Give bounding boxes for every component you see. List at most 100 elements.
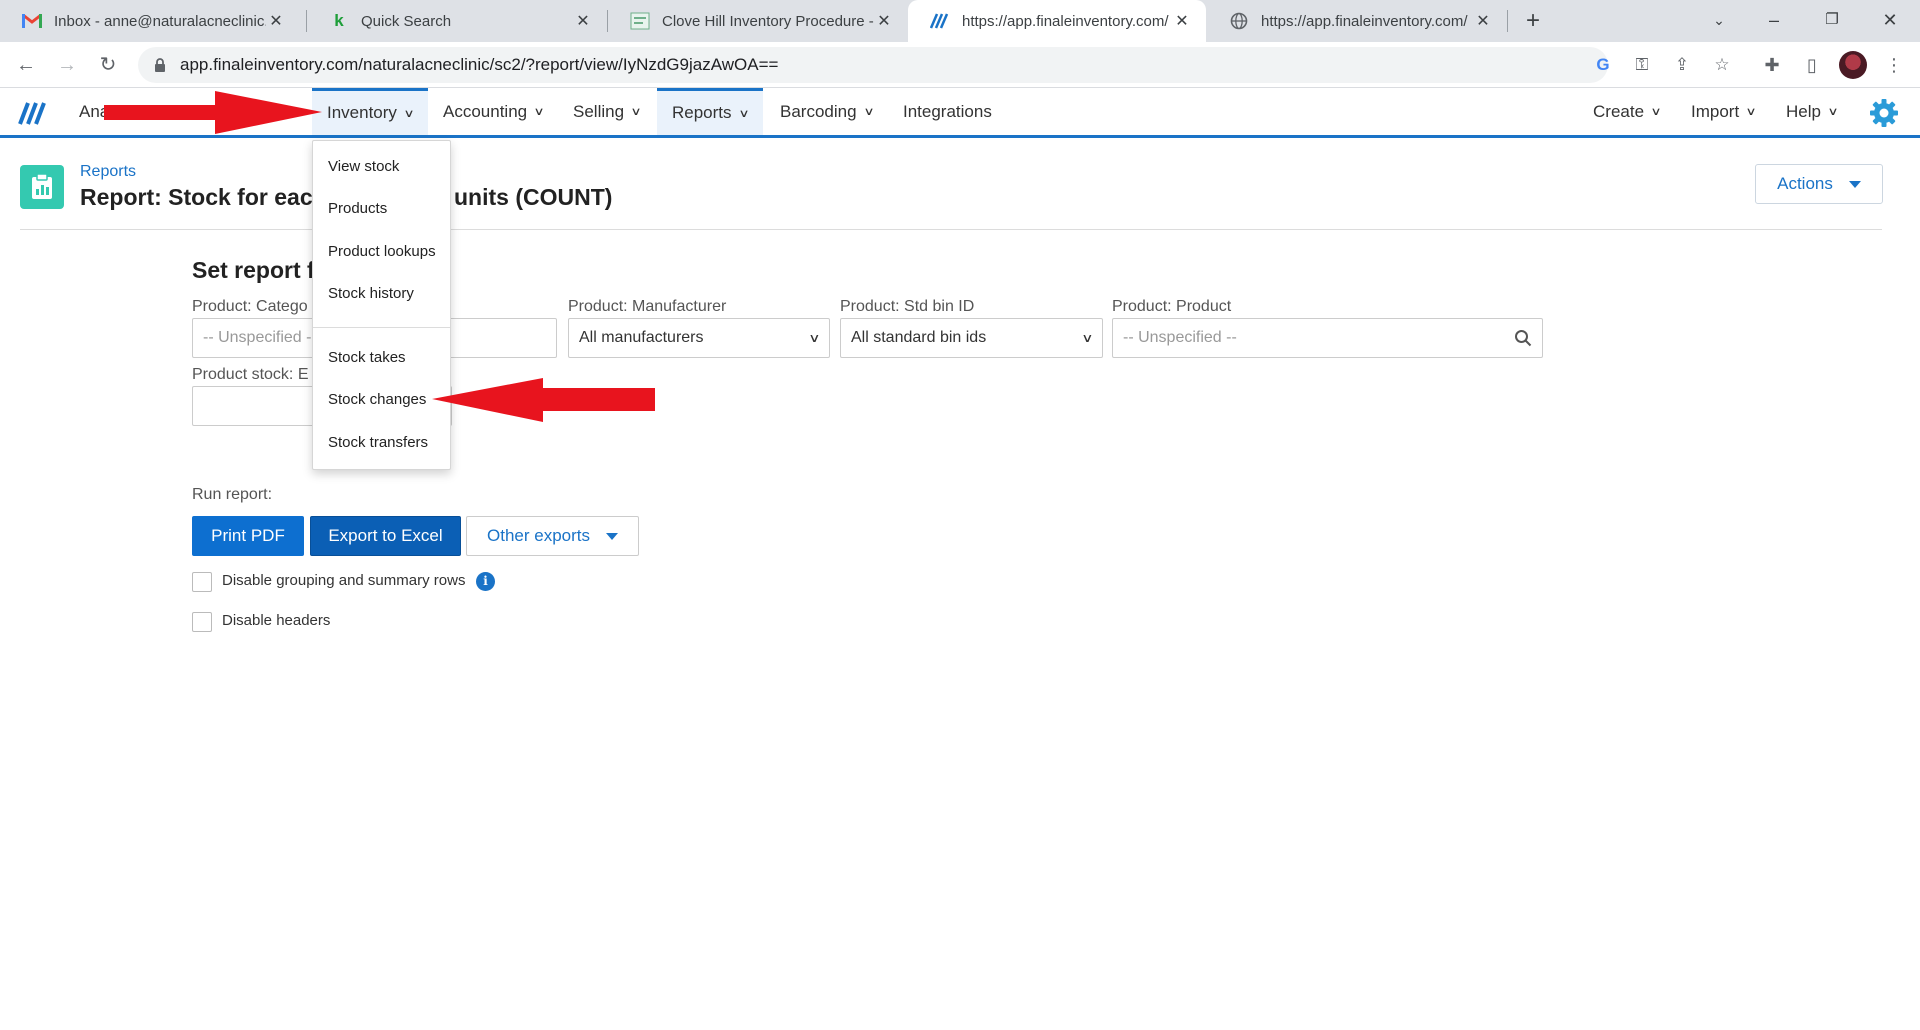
section-title: Set report f	[192, 257, 315, 283]
side-panel-icon[interactable]: ▯	[1799, 52, 1825, 78]
chevron-down-icon: ∨	[808, 331, 821, 345]
manufacturer-label: Product: Manufacturer	[568, 298, 727, 315]
page-title-left: Report: Stock for eacl	[80, 184, 319, 210]
menu-item-stock-history[interactable]: Stock history	[328, 285, 414, 302]
menu-item-stock-changes[interactable]: Stock changes	[328, 391, 426, 408]
chevron-down-icon: ∨	[1745, 106, 1757, 118]
extensions-icon[interactable]: ✚	[1759, 52, 1785, 78]
share-icon[interactable]: ⇪	[1670, 53, 1694, 77]
doc-icon	[630, 11, 650, 31]
page-title-right: units (COUNT)	[454, 184, 613, 210]
browser-tab-strip: Inbox - anne@naturalacneclinic.c ✕ k Qui…	[0, 0, 1920, 42]
stock-label: Product stock: E	[192, 366, 309, 383]
nav-reports[interactable]: Reports ∨	[657, 88, 763, 135]
chevron-down-icon: ∨	[862, 106, 875, 118]
close-icon[interactable]: ✕	[1172, 11, 1192, 31]
globe-icon	[1229, 11, 1249, 31]
disable-headers-label: Disable headers	[222, 612, 331, 629]
tab-title: Quick Search	[361, 12, 452, 30]
tab-separator	[1507, 10, 1508, 32]
annotation-arrows	[104, 91, 655, 422]
tab-title: Clove Hill Inventory Procedure -	[662, 12, 874, 30]
bin-select[interactable]: All standard bin ids ∨	[840, 318, 1103, 358]
export-excel-button[interactable]: Export to Excel	[310, 516, 461, 556]
inventory-dropdown-menu: View stock Products Product lookups Stoc…	[312, 140, 451, 470]
browser-tab-gmail[interactable]: Inbox - anne@naturalacneclinic.c ✕	[0, 0, 300, 42]
chevron-down-icon: ∨	[1081, 331, 1094, 345]
close-icon[interactable]: ✕	[266, 11, 286, 31]
browser-tab-quick-search[interactable]: k Quick Search ✕	[307, 0, 607, 42]
browser-tab-procedure[interactable]: Clove Hill Inventory Procedure - ✕	[608, 0, 908, 42]
close-icon[interactable]: ✕	[573, 11, 593, 31]
other-exports-button[interactable]: Other exports	[466, 516, 639, 556]
tab-title: https://app.finaleinventory.com/	[962, 12, 1169, 30]
browser-tab-finale-2[interactable]: https://app.finaleinventory.com/ ✕	[1207, 0, 1507, 42]
disable-headers-checkbox[interactable]	[192, 612, 212, 632]
breadcrumb-reports[interactable]: Reports	[80, 163, 136, 181]
chevron-down-icon: ∨	[1650, 106, 1662, 118]
forward-icon[interactable]: →	[53, 51, 81, 79]
finale-logo-icon[interactable]	[18, 101, 50, 125]
nav-inventory[interactable]: Inventory ∨	[312, 88, 428, 135]
green-k-icon: k	[334, 11, 344, 30]
menu-kebab-icon[interactable]: ⋮	[1881, 52, 1907, 78]
chevron-down-icon: ∨	[630, 106, 642, 118]
disable-grouping-checkbox[interactable]	[192, 572, 212, 592]
print-pdf-button[interactable]: Print PDF	[192, 516, 304, 556]
disable-grouping-label: Disable grouping and summary rows	[222, 572, 466, 589]
chevron-down-icon: ∨	[403, 107, 415, 120]
google-icon[interactable]: G	[1591, 53, 1615, 77]
gear-icon[interactable]	[1869, 98, 1899, 128]
run-report-label: Run report:	[192, 486, 273, 503]
bookmark-star-icon[interactable]: ☆	[1710, 53, 1734, 77]
nav-barcoding[interactable]: Barcoding ∨	[765, 88, 888, 135]
nav-accounting[interactable]: Accounting ∨	[428, 88, 558, 135]
key-icon[interactable]: ⚿	[1630, 53, 1654, 77]
browser-tab-finale-active[interactable]: https://app.finaleinventory.com/ ✕	[908, 0, 1206, 42]
red-arrow-to-stock-changes	[432, 378, 655, 422]
nav-import[interactable]: Import ∨	[1676, 88, 1770, 135]
reload-icon[interactable]: ↻	[94, 51, 122, 79]
chevron-down-icon: ∨	[737, 107, 750, 120]
info-icon[interactable]: i	[476, 572, 495, 591]
report-icon	[20, 165, 64, 209]
bin-label: Product: Std bin ID	[840, 298, 975, 315]
tab-title: https://app.finaleinventory.com/	[1261, 12, 1468, 30]
restore-icon[interactable]: ❐	[1803, 0, 1861, 42]
menu-item-view-stock[interactable]: View stock	[328, 158, 399, 175]
nav-help[interactable]: Help ∨	[1771, 88, 1852, 135]
actions-button[interactable]: Actions	[1755, 164, 1883, 204]
finale-icon	[930, 11, 950, 31]
back-icon[interactable]: ←	[12, 51, 40, 79]
lock-icon	[155, 58, 165, 72]
caret-down-icon	[606, 532, 618, 540]
product-search-input[interactable]: -- Unspecified --	[1112, 318, 1543, 358]
tab-search-icon[interactable]: ⌄	[1690, 0, 1748, 42]
browser-toolbar: ← → ↻ app.finaleinventory.com/naturalacn…	[0, 42, 1920, 88]
menu-item-stock-transfers[interactable]: Stock transfers	[328, 434, 428, 451]
caret-down-icon	[1848, 180, 1861, 188]
menu-item-products[interactable]: Products	[328, 200, 387, 217]
window-close-icon[interactable]: ✕	[1861, 0, 1919, 42]
chevron-down-icon: ∨	[533, 106, 545, 118]
close-icon[interactable]: ✕	[874, 11, 894, 31]
profile-avatar[interactable]	[1839, 51, 1867, 79]
menu-item-product-lookups[interactable]: Product lookups	[328, 243, 436, 260]
search-icon[interactable]	[1514, 329, 1532, 347]
nav-create[interactable]: Create ∨	[1578, 88, 1675, 135]
chevron-down-icon: ∨	[1827, 106, 1839, 118]
menu-divider	[313, 327, 450, 328]
category-label: Product: Catego	[192, 298, 308, 315]
address-bar[interactable]: app.finaleinventory.com/naturalacneclini…	[138, 47, 1608, 83]
nav-integrations[interactable]: Integrations	[888, 88, 1007, 135]
manufacturer-select[interactable]: All manufacturers ∨	[568, 318, 830, 358]
nav-selling[interactable]: Selling ∨	[558, 88, 655, 135]
nav-analytics[interactable]: Ana	[64, 88, 124, 135]
gmail-icon	[22, 11, 42, 31]
close-icon[interactable]: ✕	[1473, 11, 1493, 31]
menu-item-stock-takes[interactable]: Stock takes	[328, 349, 406, 366]
app-nav-bar: Ana Inventory ∨ Accounting ∨ Selling ∨ Repo…	[0, 88, 1920, 138]
url-text: app.finaleinventory.com/naturalacneclini…	[180, 55, 779, 74]
new-tab-button[interactable]: +	[1518, 6, 1548, 36]
minimize-icon[interactable]: –	[1745, 0, 1803, 42]
